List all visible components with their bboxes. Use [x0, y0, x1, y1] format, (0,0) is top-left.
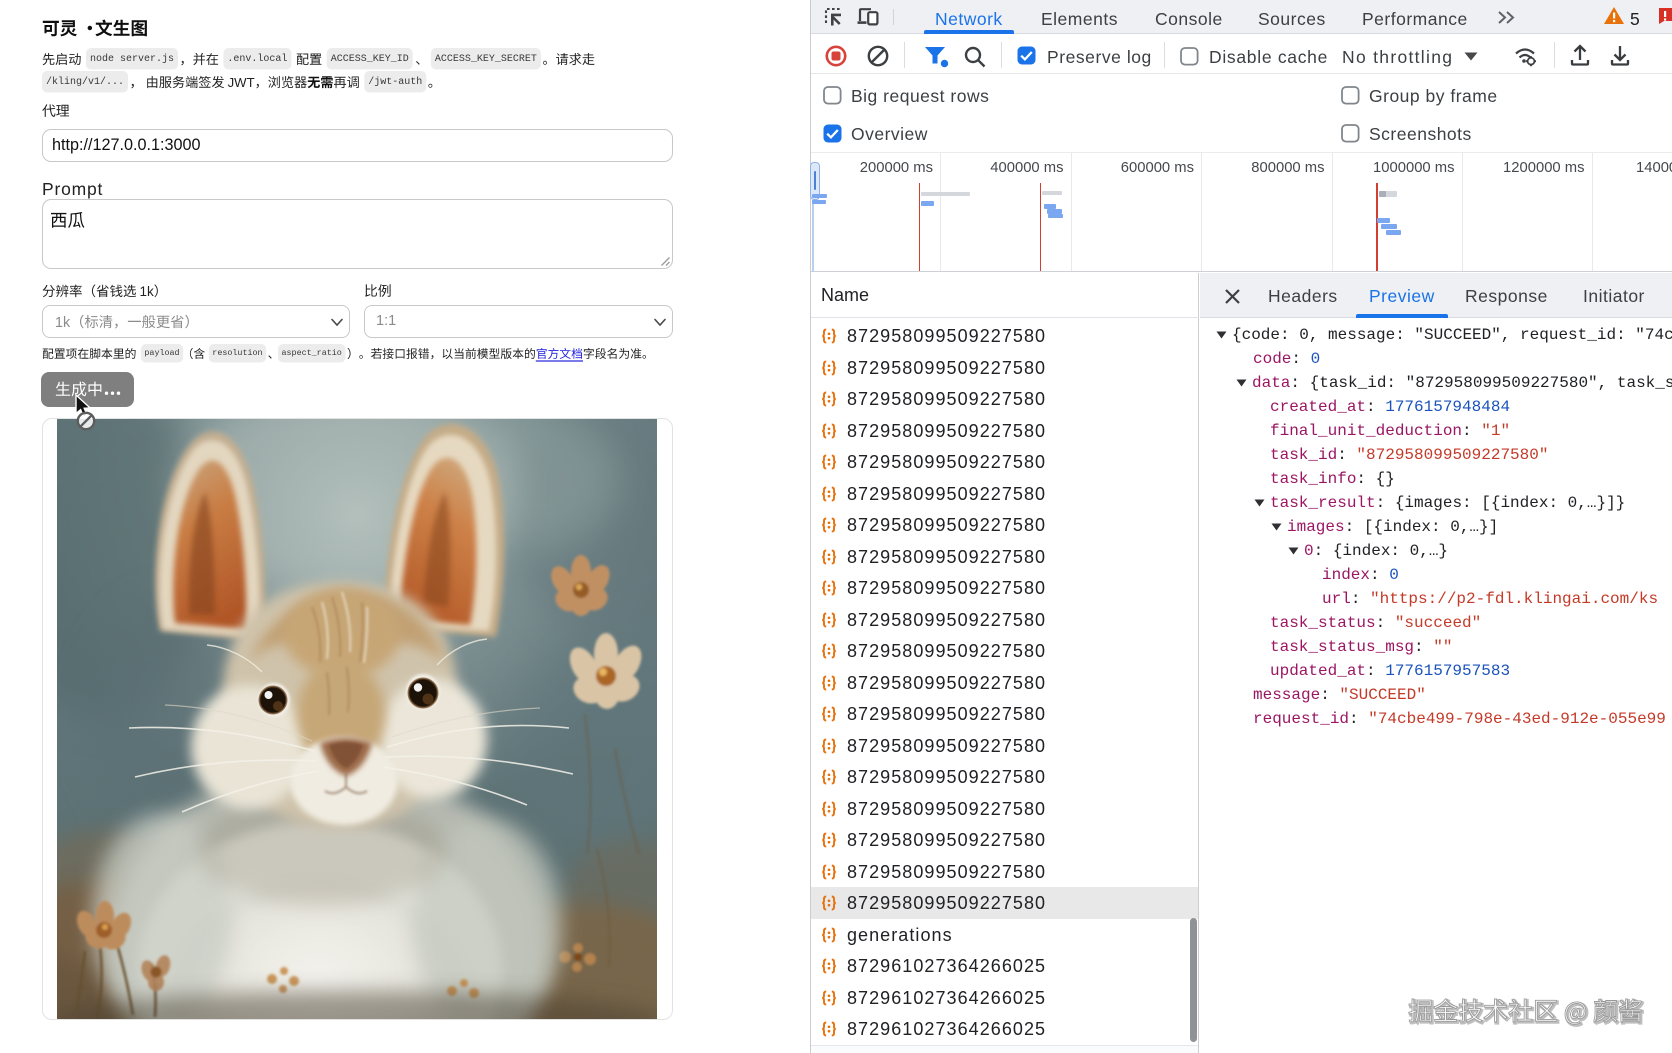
svg-text:JWT: JWT [228, 75, 255, 90]
svg-text:1k: 1k [140, 284, 155, 299]
svg-text:/jwt-auth: /jwt-auth [368, 76, 422, 88]
svg-text:payload: payload [144, 348, 179, 358]
svg-text:aspect_ratio: aspect_ratio [282, 348, 342, 358]
svg-text:resolution: resolution [212, 348, 262, 358]
svg-text:1k: 1k [55, 315, 71, 331]
svg-text:/kling/v1/...: /kling/v1/... [46, 76, 124, 88]
svg-text:.env.local: .env.local [227, 53, 287, 65]
svg-text:node server.js: node server.js [90, 53, 174, 65]
svg-text:ACCESS_KEY_SECRET: ACCESS_KEY_SECRET [435, 54, 537, 65]
svg-text:ACCESS_KEY_ID: ACCESS_KEY_ID [331, 54, 409, 65]
